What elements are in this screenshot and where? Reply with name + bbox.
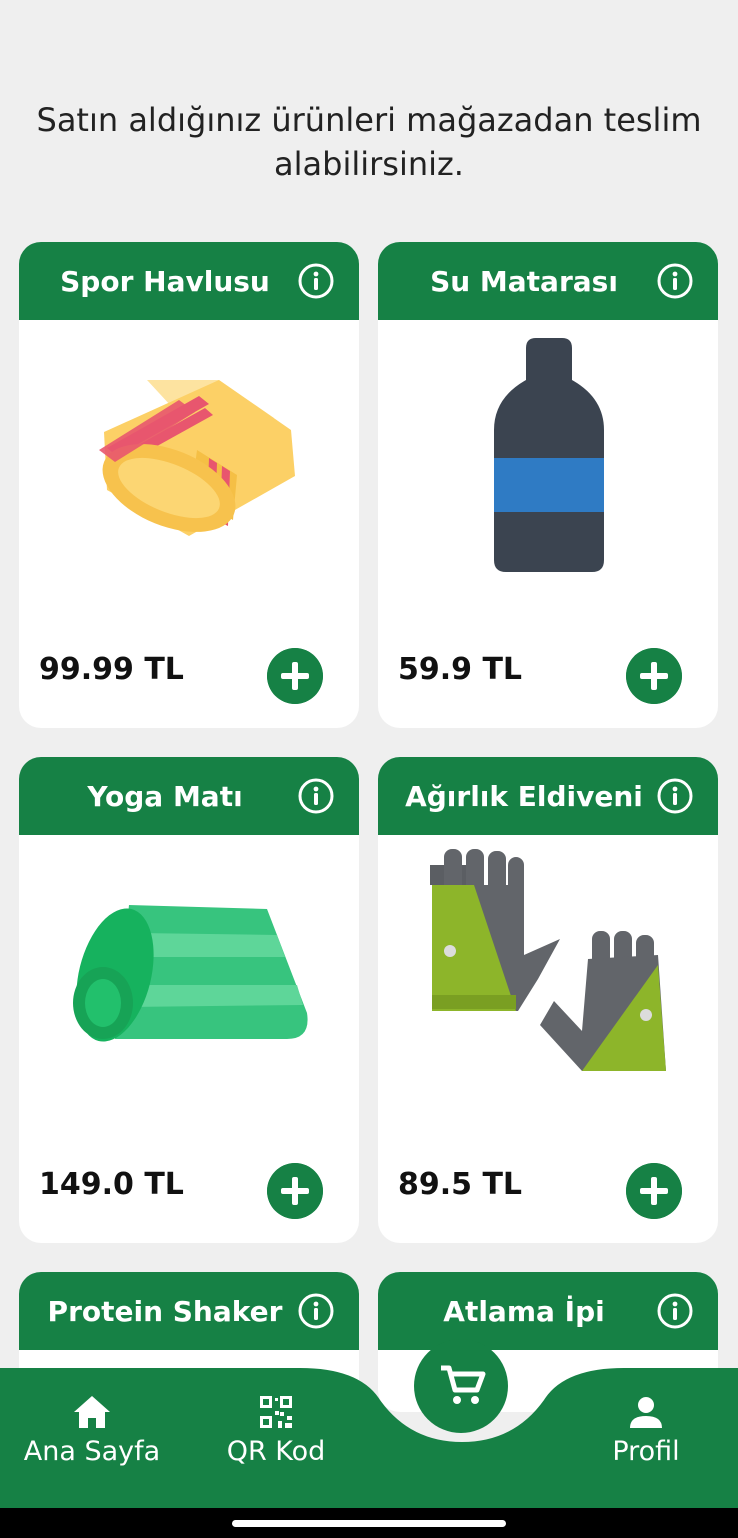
nav-profile[interactable]: Profil [596, 1394, 696, 1467]
product-card-yoga-mati[interactable]: Yoga Matı 149.0 TL [19, 757, 359, 1243]
add-to-cart-button[interactable] [267, 648, 323, 704]
product-title: Ağırlık Eldiveni [405, 779, 643, 813]
card-header: Protein Shaker [19, 1272, 359, 1350]
nav-qr-label: QR Kod [226, 1436, 326, 1467]
info-icon[interactable] [297, 262, 335, 300]
info-icon[interactable] [656, 777, 694, 815]
home-indicator[interactable] [232, 1520, 506, 1527]
card-header: Yoga Matı [19, 757, 359, 835]
product-title: Spor Havlusu [60, 264, 270, 298]
profile-icon [630, 1397, 662, 1428]
info-icon[interactable] [297, 777, 335, 815]
cart-button[interactable] [413, 1338, 509, 1434]
product-title: Su Matarası [430, 264, 618, 298]
add-to-cart-button[interactable] [626, 1163, 682, 1219]
qr-code-icon [260, 1396, 292, 1428]
info-icon[interactable] [656, 1292, 694, 1330]
product-title: Yoga Matı [87, 779, 243, 813]
product-title: Protein Shaker [47, 1294, 283, 1328]
card-header: Ağırlık Eldiveni [378, 757, 718, 835]
product-card-agirlik-eldiveni[interactable]: Ağırlık Eldiveni 89.5 TL [378, 757, 718, 1243]
nav-profile-label: Profil [612, 1436, 680, 1467]
info-icon[interactable] [297, 1292, 335, 1330]
home-icon [74, 1396, 110, 1428]
product-price: 99.99 TL [39, 652, 184, 687]
product-price: 89.5 TL [398, 1167, 523, 1202]
card-header: Su Matarası [378, 242, 718, 320]
product-price: 59.9 TL [398, 652, 523, 687]
bottle-icon [494, 338, 604, 572]
product-card-su-matarasi[interactable]: Su Matarası 59.9 TL [378, 242, 718, 728]
card-header: Spor Havlusu [19, 242, 359, 320]
nav-home[interactable]: Ana Sayfa [22, 1394, 162, 1467]
towel-icon [99, 380, 295, 536]
nav-home-label: Ana Sayfa [23, 1436, 161, 1467]
product-title: Atlama İpi [443, 1294, 605, 1328]
add-to-cart-button[interactable] [267, 1163, 323, 1219]
gloves-icon [430, 849, 666, 1071]
intro-text: Satın aldığınız ürünleri mağazadan tesli… [36, 101, 702, 183]
product-price: 149.0 TL [39, 1167, 184, 1202]
yoga-mat-icon [73, 905, 308, 1042]
product-card-spor-havlusu[interactable]: Spor Havlusu 99.99 TL [19, 242, 359, 728]
add-to-cart-button[interactable] [626, 648, 682, 704]
nav-qr[interactable]: QR Kod [208, 1394, 344, 1467]
info-icon[interactable] [656, 262, 694, 300]
